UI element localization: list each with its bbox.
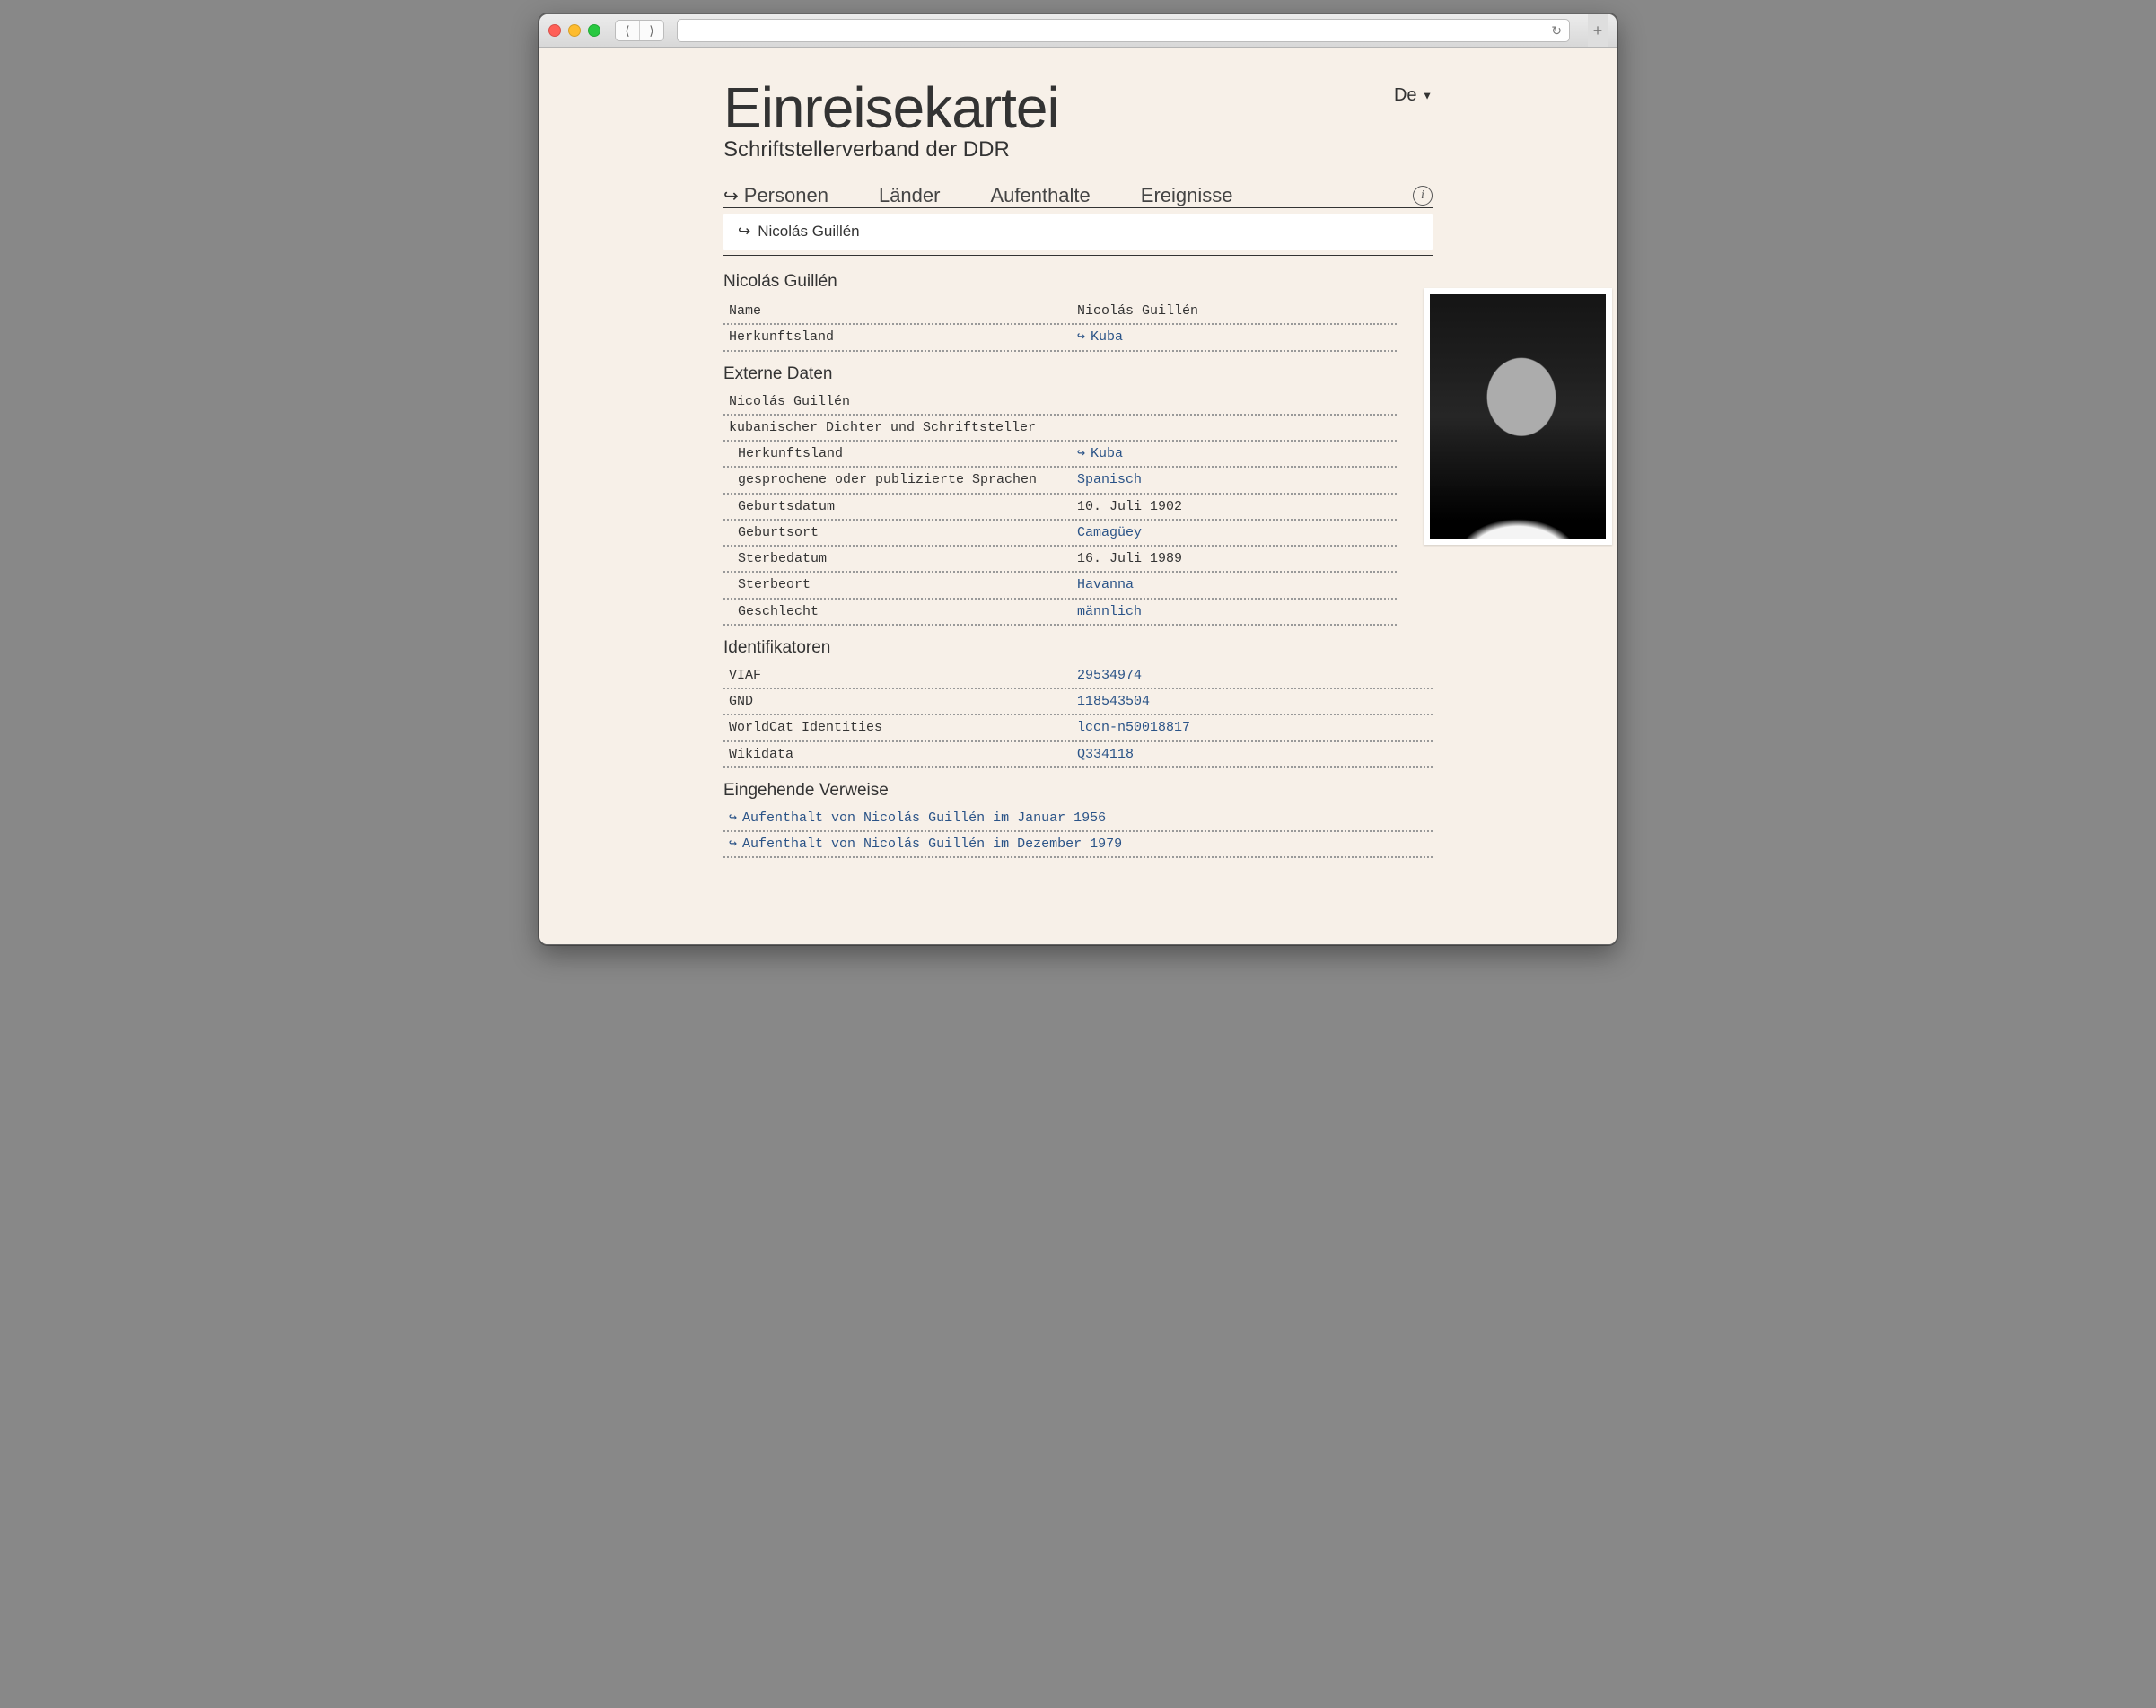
external-key: Sterbedatum [738, 548, 1077, 569]
portrait-image [1430, 294, 1606, 539]
identifier-key: Wikidata [729, 744, 1077, 765]
identifier-key: WorldCat Identities [729, 717, 1077, 738]
external-value: 16. Juli 1989 [1077, 548, 1182, 569]
external-key: Geschlecht [738, 601, 1077, 622]
identifier-key: VIAF [729, 665, 1077, 686]
nav-item-aufenthalte[interactable]: Aufenthalte [990, 184, 1090, 207]
record-row: Name Nicolás Guillén [723, 299, 1397, 325]
maximize-window-button[interactable] [588, 24, 600, 37]
external-row: Geschlecht männlich [723, 600, 1397, 626]
external-value-link[interactable]: Camagüey [1077, 522, 1142, 543]
site-title: Einreisekartei [723, 74, 1433, 141]
external-key: Herkunftsland [738, 443, 1077, 464]
language-current: De [1394, 85, 1417, 105]
external-value-link[interactable]: Havanna [1077, 574, 1134, 595]
language-switcher[interactable]: De ▼ [1394, 85, 1433, 106]
external-row: Geburtsort Camagüey [723, 521, 1397, 547]
external-key: Geburtsort [738, 522, 1077, 543]
main-nav: ↪ Personen Länder Aufenthalte Ereignisse… [723, 184, 1433, 208]
section-heading-external: Externe Daten [723, 364, 1397, 384]
identifier-value-link[interactable]: 118543504 [1077, 691, 1150, 712]
identifier-value-link[interactable]: Q334118 [1077, 744, 1134, 765]
identifier-value-link[interactable]: lccn-n50018817 [1077, 717, 1190, 738]
identifier-row: Wikidata Q334118 [723, 742, 1433, 768]
external-row: Herkunftsland ↪Kuba [723, 442, 1397, 468]
traffic-lights [548, 24, 600, 37]
arrow-icon: ↪ [738, 223, 750, 240]
external-name: Nicolás Guillén [723, 390, 1397, 416]
browser-chrome: ⟨ ⟩ ↻ + [539, 14, 1617, 48]
browser-forward-button[interactable]: ⟩ [639, 21, 663, 40]
section-heading-identifiers: Identifikatoren [723, 638, 1433, 658]
external-key: gesprochene oder publizierte Sprachen [738, 469, 1077, 490]
browser-window: ⟨ ⟩ ↻ + De ▼ Einreisekartei Schriftstell… [539, 13, 1617, 945]
external-key: Sterbeort [738, 574, 1077, 595]
nav-item-personen[interactable]: Personen [744, 184, 828, 207]
identifier-row: VIAF 29534974 [723, 663, 1433, 689]
record-row: Herkunftsland ↪Kuba [723, 325, 1397, 351]
record-key: Herkunftsland [729, 327, 1077, 347]
browser-back-button[interactable]: ⟨ [616, 21, 639, 40]
external-row: Sterbedatum 16. Juli 1989 [723, 547, 1397, 573]
nav-item-ereignisse[interactable]: Ereignisse [1141, 184, 1233, 207]
nav-back-icon[interactable]: ↪ [723, 185, 739, 207]
info-icon[interactable]: i [1413, 186, 1433, 206]
section-heading-incoming: Eingehende Verweise [723, 781, 1433, 801]
record-title: Nicolás Guillén [723, 272, 1397, 292]
reload-icon[interactable]: ↻ [1551, 23, 1562, 39]
identifier-row: WorldCat Identities lccn-n50018817 [723, 715, 1433, 741]
arrow-icon: ↪ [1077, 329, 1085, 345]
arrow-icon: ↪ [729, 836, 737, 852]
arrow-icon: ↪ [729, 810, 737, 826]
address-bar[interactable]: ↻ [677, 19, 1570, 42]
site-subtitle: Schriftstellerverband der DDR [723, 137, 1433, 162]
breadcrumb: ↪ Nicolás Guillén [723, 214, 1433, 250]
external-value-link[interactable]: ↪Kuba [1077, 443, 1123, 464]
minimize-window-button[interactable] [568, 24, 581, 37]
breadcrumb-current: Nicolás Guillén [758, 223, 859, 240]
browser-nav-buttons: ⟨ ⟩ [615, 20, 664, 41]
incoming-link[interactable]: ↪Aufenthalt von Nicolás Guillén im Dezem… [723, 832, 1433, 858]
identifier-key: GND [729, 691, 1077, 712]
external-value-link[interactable]: Spanisch [1077, 469, 1142, 490]
close-window-button[interactable] [548, 24, 561, 37]
incoming-link[interactable]: ↪Aufenthalt von Nicolás Guillén im Janua… [723, 806, 1433, 832]
arrow-icon: ↪ [1077, 446, 1085, 461]
external-row: gesprochene oder publizierte Sprachen Sp… [723, 468, 1397, 494]
record-value-link[interactable]: ↪Kuba [1077, 327, 1123, 347]
separator [723, 255, 1433, 256]
external-key: Geburtsdatum [738, 496, 1077, 517]
chevron-down-icon: ▼ [1422, 90, 1433, 102]
new-tab-button[interactable]: + [1588, 14, 1608, 47]
external-value: 10. Juli 1902 [1077, 496, 1182, 517]
identifier-value-link[interactable]: 29534974 [1077, 665, 1142, 686]
external-value-link[interactable]: männlich [1077, 601, 1142, 622]
nav-item-laender[interactable]: Länder [879, 184, 941, 207]
external-row: Geburtsdatum 10. Juli 1902 [723, 495, 1397, 521]
record-photo [1424, 288, 1612, 545]
page-content: De ▼ Einreisekartei Schriftstellerverban… [539, 48, 1617, 944]
record-value: Nicolás Guillén [1077, 301, 1198, 321]
identifier-row: GND 118543504 [723, 689, 1433, 715]
external-description: kubanischer Dichter und Schriftsteller [723, 416, 1397, 442]
external-row: Sterbeort Havanna [723, 573, 1397, 599]
record-key: Name [729, 301, 1077, 321]
